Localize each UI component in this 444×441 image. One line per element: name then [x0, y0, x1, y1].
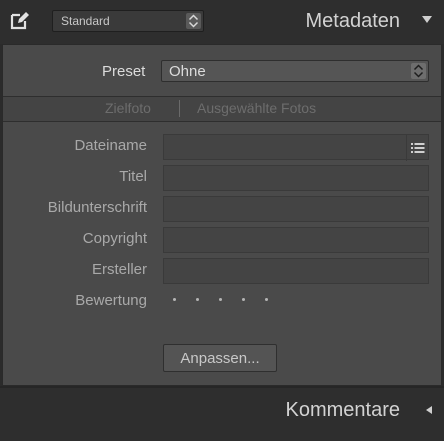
- select-stepper-icon: [411, 63, 426, 79]
- field-label-dateiname: Dateiname: [74, 137, 147, 154]
- preset-select-standard[interactable]: Standard: [52, 10, 204, 32]
- preset-select-value: Ohne: [169, 63, 206, 80]
- tab-divider: [179, 100, 180, 117]
- metadata-panel-header: Standard Metadaten: [0, 0, 444, 44]
- rating-dot[interactable]: [265, 298, 268, 301]
- field-label-ersteller: Ersteller: [91, 261, 147, 278]
- rating-dot[interactable]: [196, 298, 199, 301]
- select-stepper-icon: [186, 13, 201, 29]
- metadata-panel: Preset Ohne Zielfoto Ausgewählte Fotos D…: [2, 44, 442, 386]
- preset-select-standard-value: Standard: [61, 14, 110, 28]
- comments-title[interactable]: Kommentare: [286, 399, 401, 422]
- list-icon[interactable]: [406, 135, 428, 161]
- field-label-copyright: Copyright: [82, 230, 147, 247]
- target-tabs: Zielfoto Ausgewählte Fotos: [3, 96, 441, 122]
- adjust-button-label: Anpassen...: [180, 350, 260, 367]
- field-label-bewertung: Bewertung: [75, 292, 147, 309]
- field-label-titel: Titel: [119, 168, 147, 185]
- bildunterschrift-field[interactable]: [163, 196, 429, 222]
- field-label-bildunterschrift: Bildunterschrift: [47, 199, 147, 216]
- tab-ausgewaehlte-fotos[interactable]: Ausgewählte Fotos: [197, 100, 316, 116]
- rating-dot[interactable]: [173, 298, 176, 301]
- triangle-left-icon[interactable]: [426, 406, 432, 414]
- titel-field[interactable]: [163, 165, 429, 191]
- comments-panel-header: Kommentare: [0, 386, 444, 441]
- dateiname-field[interactable]: [163, 134, 429, 161]
- copyright-field[interactable]: [163, 227, 429, 253]
- rating-dot[interactable]: [219, 298, 222, 301]
- preset-label: Preset: [102, 63, 146, 80]
- edit-icon[interactable]: [9, 11, 29, 31]
- triangle-down-icon[interactable]: [422, 16, 432, 23]
- preset-select[interactable]: Ohne: [161, 60, 429, 82]
- adjust-button[interactable]: Anpassen...: [163, 344, 277, 372]
- rating-dot[interactable]: [242, 298, 245, 301]
- ersteller-field[interactable]: [163, 258, 429, 284]
- tab-zielfoto[interactable]: Zielfoto: [105, 100, 151, 116]
- panel-title[interactable]: Metadaten: [305, 10, 400, 33]
